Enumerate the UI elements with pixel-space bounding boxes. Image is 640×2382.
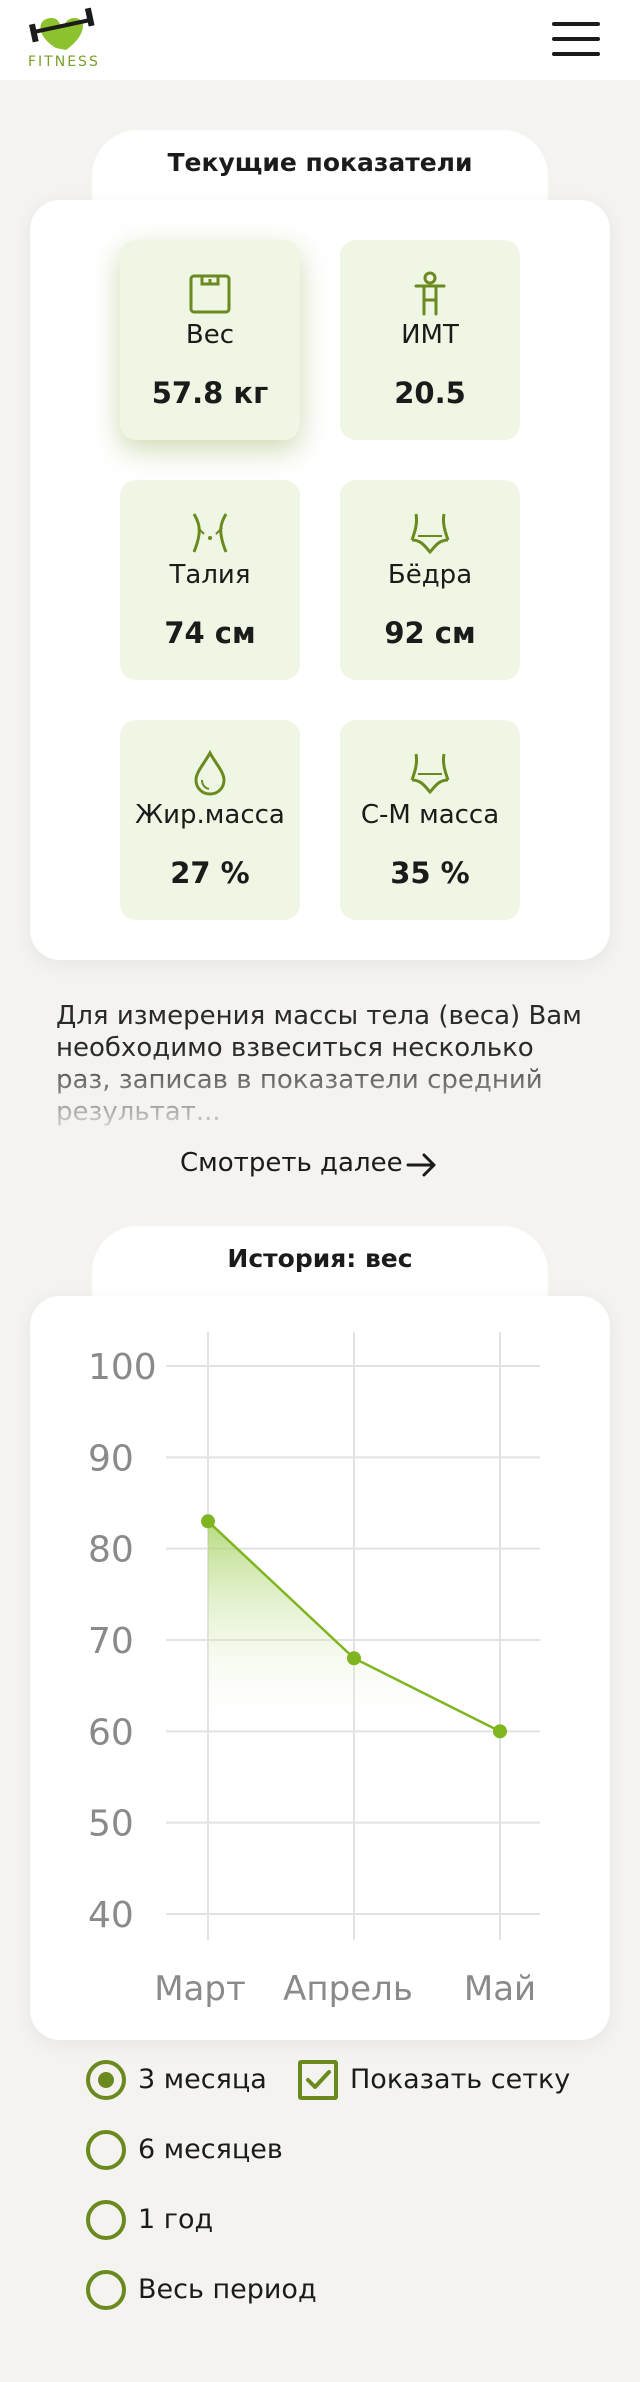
x-tick-label: Апрель bbox=[283, 1969, 413, 2009]
tile-label: Бёдра bbox=[387, 560, 473, 590]
y-tick-label: 40 bbox=[88, 1895, 134, 1936]
tile-label: Жир.масса bbox=[135, 800, 285, 830]
app-header: FITNESS bbox=[0, 0, 640, 80]
tile-value: 74 см bbox=[164, 616, 256, 650]
tile-label: ИМТ bbox=[401, 320, 459, 350]
scale-icon bbox=[189, 274, 231, 314]
weight-history-chart: 100 90 80 70 60 50 40 Март Апрель Май bbox=[88, 1332, 540, 2009]
tile-fat-mass[interactable]: Жир.масса 27 % bbox=[120, 720, 300, 920]
tile-value: 20.5 bbox=[394, 376, 466, 410]
option-label: 3 месяца bbox=[138, 2064, 267, 2095]
tile-hips[interactable]: Бёдра 92 см bbox=[340, 480, 520, 680]
radio-6-months[interactable] bbox=[86, 2130, 126, 2170]
option-label: Весь период bbox=[138, 2274, 317, 2305]
arrow-right-icon bbox=[406, 1153, 436, 1177]
show-grid-checkbox[interactable] bbox=[298, 2060, 338, 2100]
tile-value: 57.8 кг bbox=[151, 376, 269, 410]
tile-bmi[interactable]: ИМТ 20.5 bbox=[340, 240, 520, 440]
tile-value: 35 % bbox=[390, 856, 470, 890]
data-point bbox=[347, 1651, 361, 1666]
tile-label: С-М масса bbox=[360, 800, 500, 830]
y-tick-label: 100 bbox=[88, 1347, 157, 1388]
tile-label: Талия bbox=[169, 560, 251, 590]
option-label: Показать сетку bbox=[350, 2064, 571, 2095]
y-tick-label: 90 bbox=[88, 1438, 134, 1479]
info-text: Для измерения массы тела (веса) Вам необ… bbox=[56, 1001, 582, 1127]
option-label: 6 месяцев bbox=[138, 2134, 283, 2165]
tile-muscle-mass[interactable]: С-М масса 35 % bbox=[340, 720, 520, 920]
see-more-label: Смотреть далее bbox=[180, 1148, 403, 1178]
x-tick-label: Март bbox=[154, 1969, 246, 2009]
y-tick-label: 50 bbox=[88, 1804, 134, 1845]
radio-1-year[interactable] bbox=[86, 2200, 126, 2240]
data-point bbox=[493, 1724, 507, 1739]
tile-value: 27 % bbox=[170, 856, 250, 890]
see-more-link[interactable]: Смотреть далее bbox=[180, 1148, 436, 1178]
hips-icon bbox=[410, 513, 450, 555]
waist-icon bbox=[192, 513, 228, 553]
tile-weight[interactable]: Вес 57.8 кг bbox=[120, 240, 300, 440]
radio-3-months[interactable] bbox=[86, 2060, 126, 2100]
check-icon bbox=[306, 2070, 331, 2089]
tile-label: Вес bbox=[185, 320, 235, 350]
x-tick-label: Май bbox=[464, 1969, 536, 2009]
tile-waist[interactable]: Талия 74 см bbox=[120, 480, 300, 680]
y-tick-label: 80 bbox=[88, 1530, 134, 1571]
option-label: 1 год bbox=[138, 2204, 214, 2235]
logo-text: FITNESS bbox=[28, 54, 100, 70]
tile-value: 92 см bbox=[384, 616, 476, 650]
indicators-card: Вес 57.8 кг ИМТ 20.5 Талия 74 см Бёдра 9… bbox=[30, 200, 610, 960]
fat-drop-icon bbox=[194, 750, 226, 796]
history-card: 100 90 80 70 60 50 40 Март Апрель Май bbox=[30, 1296, 610, 2040]
muscle-mass-icon bbox=[410, 753, 450, 795]
body-icon bbox=[414, 271, 446, 316]
y-tick-label: 70 bbox=[88, 1621, 134, 1662]
data-point bbox=[201, 1514, 215, 1529]
radio-all-time[interactable] bbox=[86, 2270, 126, 2310]
menu-icon[interactable] bbox=[552, 18, 602, 60]
y-tick-label: 60 bbox=[88, 1712, 134, 1753]
